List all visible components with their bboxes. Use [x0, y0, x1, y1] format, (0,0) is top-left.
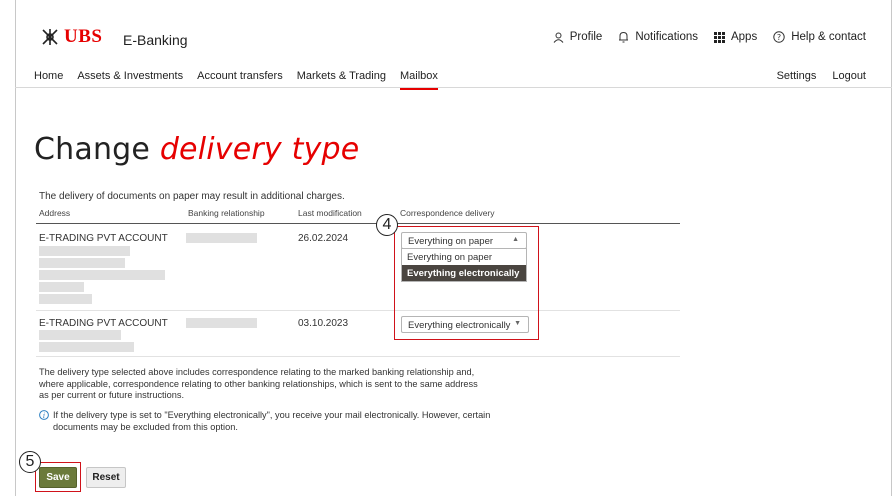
person-icon	[553, 32, 564, 43]
redacted-text	[39, 270, 165, 280]
header-correspondence-delivery: Correspondence delivery	[400, 208, 495, 218]
apps-label: Apps	[730, 31, 758, 43]
row-divider	[36, 356, 680, 357]
help-label: Help & contact	[791, 31, 866, 43]
page-title-emphasis: delivery type	[159, 132, 360, 167]
grid-icon	[713, 31, 725, 43]
save-button[interactable]: Save	[39, 467, 77, 488]
redacted-text	[39, 282, 84, 292]
row1-last-modification: 26.02.2024	[298, 233, 349, 244]
page-title-plain: Change	[34, 132, 151, 167]
profile-link[interactable]: Profile	[553, 31, 603, 43]
scope-note: The delivery type selected above include…	[39, 367, 478, 400]
table-header-divider	[36, 223, 680, 224]
redacted-banking-relationship	[186, 233, 257, 243]
row2-last-modification: 03.10.2023	[298, 318, 349, 329]
redacted-banking-relationship	[186, 318, 257, 328]
header-last-modification: Last modification	[298, 208, 362, 218]
info-icon: i	[39, 410, 49, 420]
nav-item-logout[interactable]: Logout	[832, 70, 866, 82]
notifications-label: Notifications	[635, 31, 698, 43]
notifications-link[interactable]: Notifications	[618, 31, 698, 43]
redacted-text	[39, 342, 134, 352]
nav-item-settings[interactable]: Settings	[777, 70, 817, 82]
step-marker-4: 4	[376, 214, 398, 236]
nav-divider	[15, 87, 892, 88]
nav-right: Settings Logout	[761, 70, 866, 82]
keys-logo-icon	[42, 29, 58, 45]
help-link[interactable]: ? Help & contact	[773, 31, 866, 43]
row2-address: E-TRADING PVT ACCOUNT	[39, 318, 168, 329]
top-actions: Profile Notifications Apps ? Help & cont…	[537, 31, 866, 43]
profile-label: Profile	[569, 31, 603, 43]
step-marker-5: 5	[19, 451, 41, 473]
svg-text:?: ?	[777, 33, 781, 42]
page-title: Change delivery type	[34, 132, 359, 167]
reset-button[interactable]: Reset	[86, 467, 126, 488]
help-icon: ?	[773, 31, 785, 43]
charges-note: The delivery of documents on paper may r…	[39, 191, 345, 202]
logo-text: UBS	[64, 26, 103, 47]
bell-icon	[619, 31, 629, 43]
ubs-logo[interactable]: UBS	[40, 26, 102, 48]
redacted-text	[39, 246, 130, 256]
header-banking-relationship: Banking relationship	[188, 208, 265, 218]
row1-address: E-TRADING PVT ACCOUNT	[39, 233, 168, 244]
row-divider	[36, 310, 680, 311]
svg-text:i: i	[43, 412, 45, 420]
app-name: E-Banking	[123, 32, 188, 48]
info-note: i If the delivery type is set to "Everyt…	[39, 410, 499, 433]
info-note-text: If the delivery type is set to "Everythi…	[53, 410, 491, 432]
apps-link[interactable]: Apps	[713, 31, 758, 43]
redacted-text	[39, 258, 125, 268]
highlight-delivery-column	[394, 226, 539, 340]
header-address: Address	[39, 208, 71, 218]
redacted-text	[39, 330, 121, 340]
redacted-text	[39, 294, 92, 304]
